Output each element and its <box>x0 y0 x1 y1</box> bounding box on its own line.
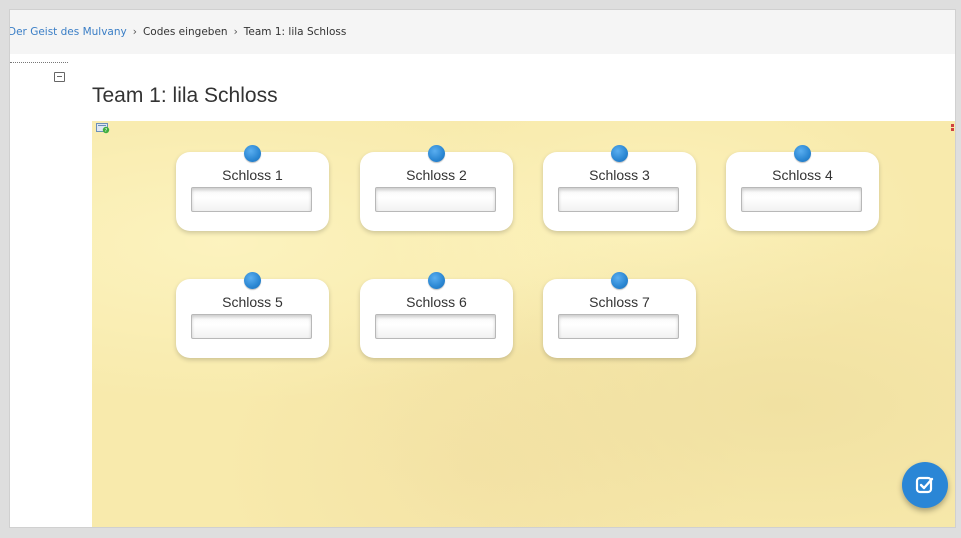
lock-code-input-1[interactable] <box>191 187 312 212</box>
lock-label: Schloss 1 <box>222 167 283 183</box>
breadcrumb-separator: › <box>132 26 137 38</box>
pin-icon <box>244 145 261 162</box>
lock-card-7: Schloss 7 <box>543 272 696 358</box>
page-title: Team 1: lila Schloss <box>92 84 278 107</box>
check-answers-button[interactable] <box>902 462 948 508</box>
check-icon <box>915 476 934 494</box>
help-icon[interactable]: ? <box>96 123 110 134</box>
lock-card-1: Schloss 1 <box>176 145 329 231</box>
lock-card-4: Schloss 4 <box>726 145 879 231</box>
lock-code-input-6[interactable] <box>375 314 496 339</box>
app-frame: Der Geist des Mulvany › Codes eingeben › Tea… <box>10 10 955 527</box>
lock-card-2: Schloss 2 <box>360 145 513 231</box>
lock-card-6: Schloss 6 <box>360 272 513 358</box>
pin-icon <box>428 272 445 289</box>
lock-label: Schloss 6 <box>406 294 467 310</box>
lock-code-input-7[interactable] <box>558 314 679 339</box>
collapse-icon[interactable] <box>54 72 65 82</box>
breadcrumb-bar: Der Geist des Mulvany › Codes eingeben › Tea… <box>10 10 955 54</box>
activity-board: ? Schloss 1 Schloss 2 Schloss 3 Schloss … <box>92 121 955 527</box>
breadcrumb-item-geist[interactable]: Der Geist des Mulvany <box>10 26 127 38</box>
breadcrumb-separator: › <box>233 26 238 38</box>
lock-label: Schloss 7 <box>589 294 650 310</box>
resize-icon[interactable] <box>951 123 955 133</box>
lock-label: Schloss 2 <box>406 167 467 183</box>
lock-code-input-5[interactable] <box>191 314 312 339</box>
lock-code-input-2[interactable] <box>375 187 496 212</box>
breadcrumb-item-current: Team 1: lila Schloss <box>243 26 347 38</box>
pin-icon <box>794 145 811 162</box>
lock-card-3: Schloss 3 <box>543 145 696 231</box>
lock-card-5: Schloss 5 <box>176 272 329 358</box>
lock-label: Schloss 3 <box>589 167 650 183</box>
divider <box>10 62 68 63</box>
breadcrumb: Der Geist des Mulvany › Codes eingeben › Tea… <box>10 26 346 38</box>
lock-code-input-4[interactable] <box>741 187 862 212</box>
pin-icon <box>244 272 261 289</box>
svg-text:?: ? <box>105 128 108 134</box>
pin-icon <box>611 272 628 289</box>
pin-icon <box>428 145 445 162</box>
pin-icon <box>611 145 628 162</box>
lock-label: Schloss 4 <box>772 167 833 183</box>
lock-label: Schloss 5 <box>222 294 283 310</box>
lock-code-input-3[interactable] <box>558 187 679 212</box>
breadcrumb-item-codes[interactable]: Codes eingeben <box>143 26 228 38</box>
